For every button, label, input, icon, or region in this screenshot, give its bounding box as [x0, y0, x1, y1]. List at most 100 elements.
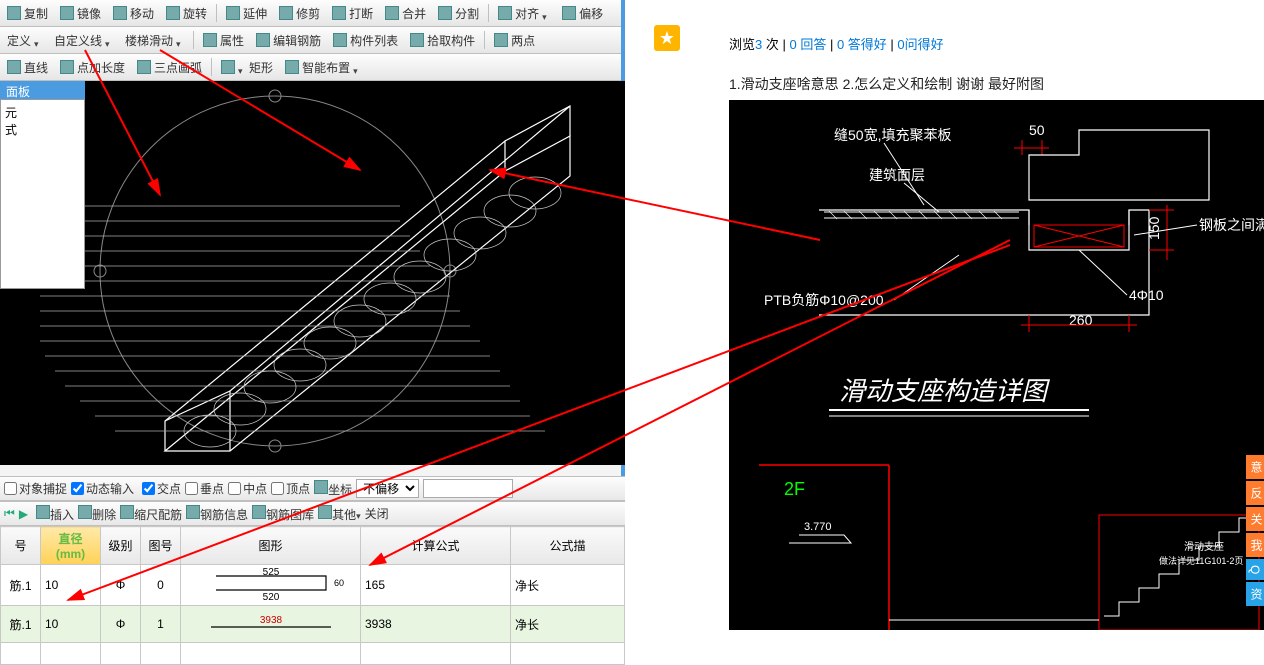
chevron-down-icon	[356, 508, 361, 522]
cell-calc[interactable]: 165	[361, 565, 511, 606]
table-row-empty[interactable]	[1, 643, 625, 665]
extend-button[interactable]: 延伸	[221, 3, 272, 24]
pick-component-button[interactable]: 拾取构件	[405, 30, 480, 51]
rotate-button[interactable]: 旋转	[161, 3, 212, 24]
merge-button[interactable]: 合并	[380, 3, 431, 24]
three-arc-button[interactable]: 三点画弧	[132, 57, 207, 78]
obj-snap-checkbox[interactable]: 对象捕捉	[4, 480, 67, 497]
line-label: 直线	[24, 59, 48, 76]
edit-rebar-label: 编辑钢筋	[273, 32, 321, 49]
table-header-row: 号 直径(mm) 级别 图号 图形 计算公式 公式描	[1, 527, 625, 565]
two-points-label: 两点	[511, 32, 535, 49]
mirror-button[interactable]: 镜像	[55, 3, 106, 24]
insert-button[interactable]: 插入	[36, 505, 74, 523]
scale-label: 缩尺配筋	[134, 508, 182, 522]
side-tab-1[interactable]: 意	[1246, 455, 1264, 479]
side-tab-4[interactable]: 我	[1246, 533, 1264, 557]
lib-label: 钢筋图库	[266, 508, 314, 522]
close-button[interactable]: 关闭	[365, 505, 389, 522]
scale-icon	[120, 505, 134, 519]
chevron-down-icon	[105, 36, 113, 44]
side-tab-6[interactable]: 资	[1246, 582, 1264, 606]
offset-button[interactable]: 偏移	[557, 3, 608, 24]
other-button[interactable]: 其他	[318, 505, 361, 523]
trim-label: 修剪	[296, 5, 320, 22]
svg-text:缝50宽,填充聚苯板: 缝50宽,填充聚苯板	[834, 127, 951, 143]
side-tab-2[interactable]: 反	[1246, 481, 1264, 505]
svg-text:520: 520	[262, 592, 279, 602]
cell-calc[interactable]: 3938	[361, 606, 511, 643]
copy-button[interactable]: 复制	[2, 3, 53, 24]
rect-button[interactable]: 矩形	[216, 57, 278, 78]
line-button[interactable]: 直线	[2, 57, 53, 78]
vertex-checkbox[interactable]: 顶点	[271, 480, 310, 497]
offset-value-input[interactable]	[423, 479, 513, 498]
define-button[interactable]: 定义	[2, 30, 47, 51]
break-button[interactable]: 打断	[327, 3, 378, 24]
svg-text:做法详见11G101-2页: 做法详见11G101-2页	[1159, 555, 1243, 566]
col-desc: 公式描	[511, 527, 625, 565]
attributes-button[interactable]: 属性	[198, 30, 249, 51]
info-label: 钢筋信息	[200, 508, 248, 522]
delete-button[interactable]: 删除	[78, 505, 116, 523]
svg-text:525: 525	[262, 568, 279, 578]
replies-link[interactable]: 0 回答	[790, 37, 827, 52]
extend-label: 延伸	[243, 5, 267, 22]
split-button[interactable]: 分割	[433, 3, 484, 24]
stair-slide-label: 楼梯滑动	[125, 32, 173, 49]
mid-checkbox[interactable]: 中点	[228, 480, 267, 497]
pick-icon	[410, 33, 424, 47]
perp-checkbox[interactable]: 垂点	[185, 480, 224, 497]
cell-desc: 净长	[511, 565, 625, 606]
side-tab-5[interactable]: Q	[1246, 559, 1264, 580]
merge-icon	[385, 6, 399, 20]
trim-button[interactable]: 修剪	[274, 3, 325, 24]
chevron-down-icon	[542, 9, 550, 17]
scale-rebar-button[interactable]: 缩尺配筋	[120, 505, 182, 523]
custom-line-button[interactable]: 自定义线	[49, 30, 118, 51]
table-row[interactable]: 筋.1 10 Φ 0 525 520 60 165 净长	[1, 565, 625, 606]
chevron-down-icon	[238, 63, 246, 71]
svg-text:钢板之间满?: 钢板之间满?	[1199, 217, 1264, 233]
component-list-label: 构件列表	[350, 32, 398, 49]
side-tab-3[interactable]: 关	[1246, 507, 1264, 531]
good-q-link[interactable]: 0问得好	[897, 37, 943, 52]
dyn-input-checkbox[interactable]: 动态输入	[71, 480, 134, 497]
close-label: 关闭	[365, 507, 389, 521]
two-points-button[interactable]: 两点	[489, 30, 540, 51]
favorite-icon[interactable]: ★	[654, 25, 680, 51]
align-button[interactable]: 对齐	[493, 3, 555, 24]
move-button[interactable]: 移动	[108, 3, 159, 24]
split-icon	[438, 6, 452, 20]
offset-select[interactable]: 不偏移	[356, 479, 419, 498]
rebar-lib-button[interactable]: 钢筋图库	[252, 505, 314, 523]
play-icon[interactable]: ▶	[19, 507, 28, 521]
side-panel: 元 式	[0, 99, 85, 289]
trim-icon	[279, 6, 293, 20]
component-list-button[interactable]: 构件列表	[328, 30, 403, 51]
edit-rebar-button[interactable]: 编辑钢筋	[251, 30, 326, 51]
viewport-3d[interactable]	[0, 81, 625, 465]
line-icon	[7, 60, 21, 74]
first-icon[interactable]: ⏮	[4, 506, 15, 521]
move-icon	[113, 6, 127, 20]
panel-item[interactable]: 元	[5, 104, 80, 121]
stair-slide-button[interactable]: 楼梯滑动	[120, 30, 189, 51]
table-row[interactable]: 筋.1 10 Φ 1 3938 3938 净长	[1, 606, 625, 643]
rotate-label: 旋转	[183, 5, 207, 22]
coord-button[interactable]: 坐标	[314, 480, 352, 498]
smart-layout-button[interactable]: 智能布置	[280, 57, 366, 78]
cell-name: 筋.1	[1, 606, 41, 643]
cell-dia[interactable]: 10	[41, 606, 101, 643]
svg-text:150: 150	[1146, 216, 1162, 240]
svg-text:3938: 3938	[259, 615, 282, 626]
views-link[interactable]: 3	[755, 37, 762, 52]
rebar-info-button[interactable]: 钢筋信息	[186, 505, 248, 523]
intersect-label: 交点	[157, 480, 181, 497]
panel-item[interactable]: 式	[5, 121, 80, 138]
cell-dia[interactable]: 10	[41, 565, 101, 606]
add-length-button[interactable]: 点加长度	[55, 57, 130, 78]
good-ans-link[interactable]: 0 答得好	[837, 37, 887, 52]
intersect-checkbox[interactable]: 交点	[142, 480, 181, 497]
arc-icon	[137, 60, 151, 74]
